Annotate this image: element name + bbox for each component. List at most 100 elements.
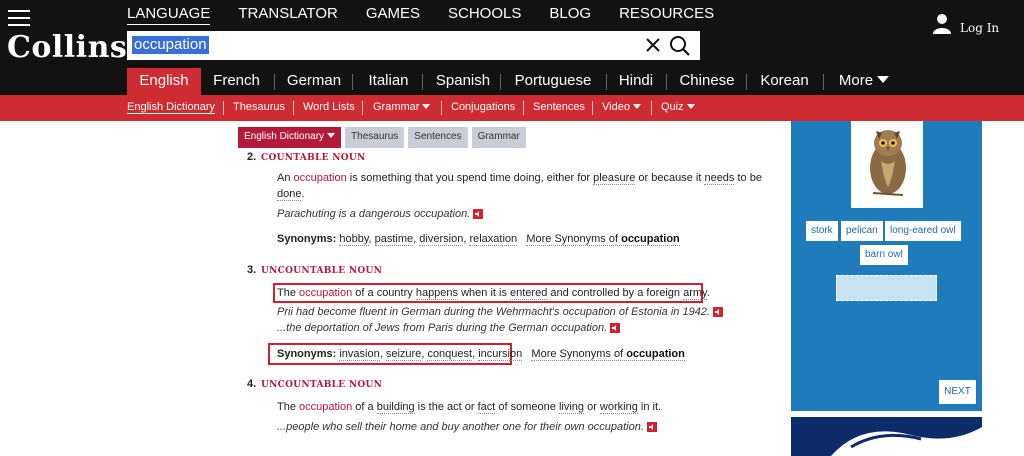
close-icon[interactable] — [643, 35, 663, 55]
tab-english-dictionary-label: English Dictionary — [244, 131, 325, 142]
speaker-icon[interactable] — [473, 209, 484, 219]
subnav-video-label: Video — [602, 101, 630, 113]
next-button[interactable]: NEXT — [939, 380, 976, 404]
lang-divider — [422, 74, 423, 90]
linked-word[interactable]: building — [376, 401, 415, 414]
synonyms-label: Synonyms: — [277, 348, 337, 360]
lang-french[interactable]: French — [205, 68, 268, 95]
tab-english-dictionary[interactable]: English Dictionary — [238, 127, 342, 148]
speaker-icon[interactable] — [712, 307, 723, 317]
synonym-link[interactable]: seizure — [385, 348, 422, 361]
lang-divider — [500, 74, 501, 90]
nav-resources[interactable]: RESOURCES — [619, 5, 714, 25]
subnav-grammar[interactable]: Grammar — [373, 101, 431, 113]
nav-blog[interactable]: BLOG — [549, 5, 591, 25]
linked-word[interactable]: happens — [415, 287, 459, 300]
content-tabs: English Dictionary Thesaurus Sentences G… — [238, 127, 530, 148]
lang-more-label: More — [838, 72, 874, 89]
nav-translator[interactable]: TRANSLATOR — [238, 5, 337, 25]
synonym-link[interactable]: pastime — [374, 233, 414, 246]
page: { "header": { "logo": "Collins", "nav": … — [0, 0, 1024, 456]
example-sentence: ...people who sell their home and buy an… — [277, 419, 657, 435]
synonym-link[interactable]: conquest — [427, 348, 473, 361]
synonym-link[interactable]: hobby — [339, 233, 369, 246]
lang-english[interactable]: English — [127, 68, 201, 95]
synonym-link[interactable]: invasion — [339, 348, 380, 361]
subnav-video[interactable]: Video — [602, 101, 641, 113]
chevron-down-icon — [422, 104, 431, 109]
search-icon[interactable] — [669, 35, 691, 57]
lang-divider — [352, 74, 353, 90]
lang-divider — [274, 74, 275, 90]
quiz-option[interactable]: long-eared owl — [885, 221, 961, 241]
lang-spanish[interactable]: Spanish — [432, 68, 494, 95]
lang-german[interactable]: German — [282, 68, 346, 95]
search-input[interactable]: occupation — [132, 36, 209, 54]
subnav-quiz-label: Quiz — [661, 101, 684, 113]
search-box[interactable]: occupation — [127, 31, 700, 60]
lang-divider — [606, 74, 607, 90]
advertisement[interactable] — [791, 417, 982, 456]
nav-schools[interactable]: SCHOOLS — [448, 5, 521, 25]
nav-language[interactable]: LANGUAGE — [127, 5, 211, 25]
more-synonyms-link[interactable]: More Synonyms of occupation — [531, 348, 685, 361]
linked-word[interactable]: army — [683, 287, 707, 300]
part-of-speech: COUNTABLE NOUN — [261, 153, 366, 163]
subnav-conjugations[interactable]: Conjugations — [451, 101, 515, 113]
quiz-option[interactable]: barn owl — [860, 245, 908, 265]
lang-italian[interactable]: Italian — [361, 68, 416, 95]
synonym-link[interactable]: relaxation — [469, 233, 518, 246]
subnav-divider — [523, 101, 524, 115]
nav-games[interactable]: GAMES — [366, 5, 420, 25]
linked-word[interactable]: fact — [477, 401, 496, 414]
sense-number: 4. — [247, 378, 257, 390]
part-of-speech: UNCOUNTABLE NOUN — [261, 380, 383, 390]
linked-word[interactable]: working — [599, 401, 638, 414]
linked-word[interactable]: living — [558, 401, 585, 414]
linked-word[interactable]: pleasure — [593, 172, 636, 185]
lang-portuguese[interactable]: Portuguese — [510, 68, 596, 95]
chevron-down-icon — [877, 76, 890, 83]
subnav-english-dictionary[interactable]: English Dictionary — [127, 101, 216, 114]
menu-icon[interactable] — [8, 10, 30, 28]
answer-placeholder — [836, 275, 937, 301]
chevron-down-icon — [686, 104, 695, 109]
synonym-link[interactable]: diversion — [419, 233, 464, 246]
quiz-image — [851, 121, 923, 208]
subnav-sentences[interactable]: Sentences — [533, 101, 585, 113]
subnav-divider — [441, 101, 442, 115]
subnav-quiz[interactable]: Quiz — [661, 101, 695, 113]
definition: An occupation is something that you spen… — [277, 172, 762, 201]
lang-divider — [823, 74, 824, 90]
lang-divider — [746, 74, 747, 90]
lang-hindi[interactable]: Hindi — [614, 68, 658, 95]
synonyms-row: Synonyms: hobby, pastime, diversion, rel… — [277, 233, 680, 246]
linked-word[interactable]: needs — [704, 172, 735, 185]
linked-word[interactable]: entered — [510, 287, 548, 300]
subnav-divider — [362, 101, 363, 115]
speaker-icon[interactable] — [610, 323, 621, 333]
synonym-link[interactable]: incursion — [478, 348, 523, 361]
subnav-thesaurus[interactable]: Thesaurus — [233, 101, 285, 113]
login-button[interactable]: Log In — [932, 13, 999, 35]
more-synonyms-link[interactable]: More Synonyms of occupation — [526, 233, 680, 246]
synonyms-label: Synonyms: — [277, 233, 337, 245]
linked-word[interactable]: done — [277, 188, 302, 201]
lang-chinese[interactable]: Chinese — [676, 68, 738, 95]
subnav-word-lists[interactable]: Word Lists — [303, 101, 355, 113]
example-sentence: Prii had become fluent in German during … — [277, 304, 723, 320]
tab-sentences[interactable]: Sentences — [408, 127, 468, 148]
quiz-option[interactable]: stork — [806, 221, 838, 241]
speaker-icon[interactable] — [646, 422, 657, 432]
subnav-grammar-label: Grammar — [373, 101, 420, 113]
lang-korean[interactable]: Korean — [756, 68, 813, 95]
lang-more[interactable]: More — [834, 68, 894, 95]
collins-logo[interactable]: Collins — [7, 30, 127, 65]
tab-thesaurus[interactable]: Thesaurus — [345, 127, 405, 148]
chevron-down-icon — [632, 104, 641, 109]
quiz-option[interactable]: pelican — [841, 221, 883, 241]
sense-number: 2. — [247, 151, 257, 163]
tab-grammar[interactable]: Grammar — [471, 127, 526, 148]
subnav-divider — [293, 101, 294, 115]
login-label: Log In — [960, 21, 1000, 35]
